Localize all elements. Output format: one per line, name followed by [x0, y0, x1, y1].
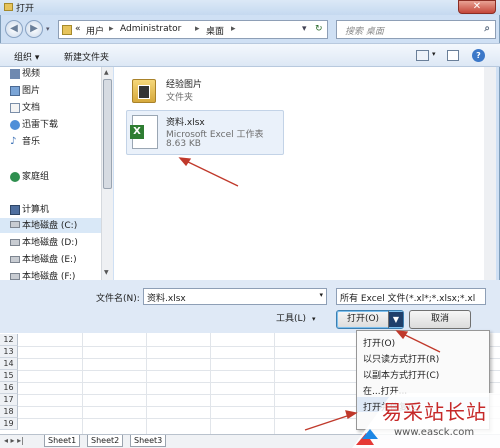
watermark-url: www.easck.com — [394, 427, 475, 438]
arrow-to-dropdown — [400, 332, 441, 353]
arrowhead — [395, 330, 409, 340]
arrowhead — [178, 157, 192, 167]
watermark-title: 易采站长站 — [382, 400, 487, 424]
arrow-to-file — [183, 159, 239, 187]
arrow-to-repair — [304, 414, 351, 431]
annotation-arrows — [178, 157, 441, 431]
watermark: 易采站长站 www.easck.com — [352, 393, 500, 448]
